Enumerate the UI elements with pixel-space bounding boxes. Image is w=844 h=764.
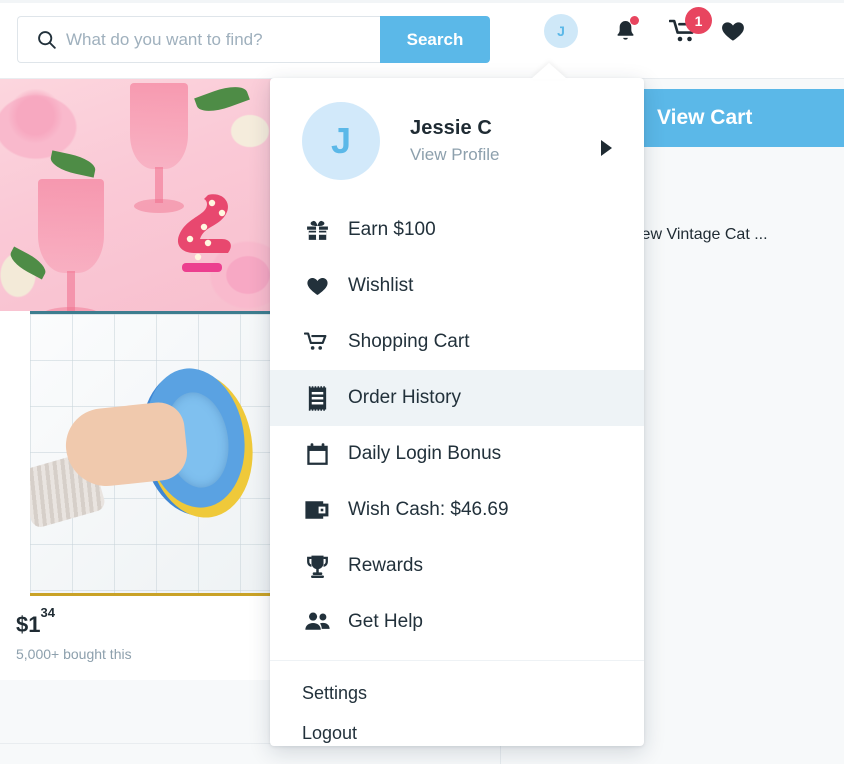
menu-item-order-history[interactable]: Order History [270, 370, 644, 426]
view-cart-button[interactable]: View Cart [637, 89, 844, 147]
goblet-shape [130, 83, 188, 169]
search-input[interactable] [66, 29, 380, 50]
menu-item-label: Earn $100 [348, 219, 436, 240]
product-title-right: New Vintage Cat ... [630, 226, 768, 243]
product-card-roses[interactable] [0, 79, 272, 311]
search-icon [34, 28, 58, 52]
menu-item-rewards[interactable]: Rewards [270, 538, 644, 594]
trophy-icon [302, 551, 332, 581]
menu-item-label: Order History [348, 387, 461, 408]
goblet-stem-shape [155, 167, 163, 203]
flamingo-lamp-shape [177, 194, 231, 272]
menu-item-label: Get Help [348, 611, 423, 632]
goblet-stem-shape-2 [67, 271, 75, 311]
account-dropdown-menu: J Jessie C View Profile Earn $100 Wishli… [270, 78, 644, 746]
product-price-row: $134 [0, 596, 272, 638]
product-sold-count: 5,000+ bought this [16, 646, 132, 663]
menu-item-label: Daily Login Bonus [348, 443, 502, 464]
heart-icon [302, 271, 332, 301]
profile-name: Jessie C [410, 117, 492, 139]
header-top-strip [0, 0, 844, 3]
search-field-wrapper[interactable] [17, 16, 380, 63]
menu-item-label: Wish Cash: $46.69 [348, 499, 509, 520]
caret-right-icon [601, 140, 612, 156]
menu-footer: Settings Logout [270, 661, 644, 746]
product-image-pink-roses-flamingo [0, 79, 272, 311]
menu-item-label: Shopping Cart [348, 331, 470, 352]
gift-icon [302, 215, 332, 245]
product-image-tile-scrubber [30, 311, 272, 596]
menu-item-label: Wishlist [348, 275, 414, 296]
notifications-button[interactable] [608, 14, 642, 48]
menu-item-settings[interactable]: Settings [270, 673, 644, 713]
site-header: Search J 1 [0, 0, 844, 79]
menu-item-label: Rewards [348, 555, 423, 576]
menu-avatar: J [302, 102, 380, 180]
product-price: $134 [16, 604, 55, 638]
menu-item-get-help[interactable]: Get Help [270, 594, 644, 650]
page-root: $134 5,000+ bought this View Cart New Vi… [0, 0, 844, 764]
notification-unread-dot [630, 16, 639, 25]
menu-item-daily-login-bonus[interactable]: Daily Login Bonus [270, 426, 644, 482]
view-profile-link[interactable]: View Profile [410, 145, 499, 165]
search-bar: Search [17, 16, 490, 63]
leaf-shape-2 [194, 80, 250, 118]
product-card-scrubber[interactable]: $134 5,000+ bought this [0, 311, 272, 681]
heart-icon [722, 22, 744, 41]
search-button[interactable]: Search [380, 16, 490, 63]
menu-profile-text: Jessie C View Profile [410, 117, 499, 165]
menu-profile-row[interactable]: J Jessie C View Profile [270, 78, 644, 202]
account-avatar-button[interactable]: J [544, 14, 578, 48]
menu-item-wishlist[interactable]: Wishlist [270, 258, 644, 314]
calendar-icon [302, 439, 332, 469]
people-icon [302, 607, 332, 637]
shopping-cart-icon [302, 327, 332, 357]
header-icon-group: J 1 [544, 7, 750, 48]
leaf-shape [48, 150, 98, 178]
product-feed-left-column: $134 5,000+ bought this [0, 79, 272, 681]
dropdown-caret [531, 63, 567, 79]
cart-count-badge: 1 [685, 7, 712, 34]
menu-item-logout[interactable]: Logout [270, 713, 644, 746]
goblet-shape-2 [38, 179, 104, 273]
menu-item-wish-cash[interactable]: Wish Cash: $46.69 [270, 482, 644, 538]
menu-item-earn[interactable]: Earn $100 [270, 202, 644, 258]
wallet-icon [302, 495, 332, 525]
wishlist-button[interactable] [716, 14, 750, 48]
cart-button[interactable]: 1 [664, 7, 712, 48]
receipt-icon [302, 383, 332, 413]
menu-item-shopping-cart[interactable]: Shopping Cart [270, 314, 644, 370]
